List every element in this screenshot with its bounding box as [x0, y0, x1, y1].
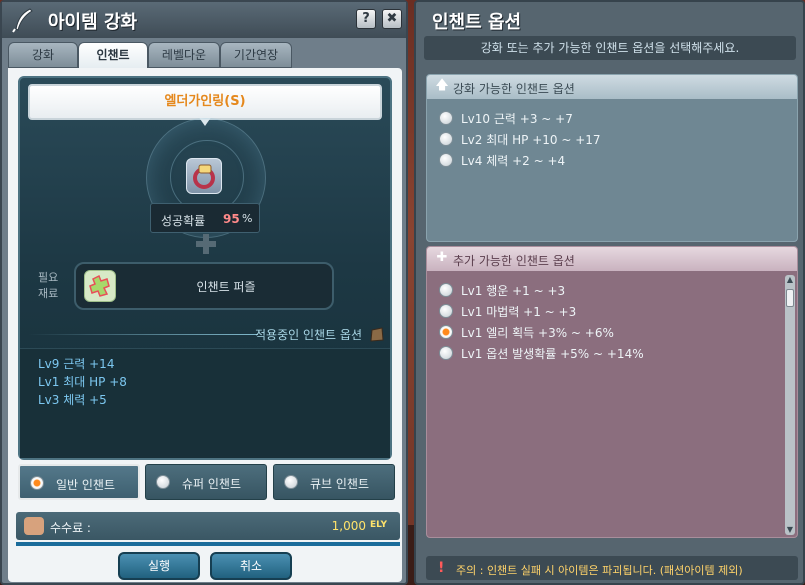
arrow-up-icon: 🡅	[435, 78, 449, 93]
applied-options-title: 적용중인 인챈트 옵션	[255, 328, 362, 342]
instruction-bar: 강화 또는 추가 가능한 인챈트 옵션을 선택해주세요.	[424, 36, 796, 60]
radio-button-selected[interactable]	[439, 325, 453, 339]
addable-options-section: ✚ 추가 가능한 인챈트 옵션 Lv1 행운 +1 ~ +3 Lv1 마법력 +…	[426, 246, 798, 538]
enchant-type-selector: 일반 인챈트 슈퍼 인챈트 큐브 인챈트	[18, 464, 398, 504]
required-material-name: 인챈트 퍼즐	[196, 280, 256, 294]
enchant-body: 엘더가인링(S) 성공확률 95 % 필요 재료 인챈트 퍼즐 적용중인 인챈트…	[8, 68, 402, 582]
target-item-name: 엘더가인링(S)	[164, 94, 246, 109]
radio-button[interactable]	[284, 475, 298, 489]
coin-icon	[24, 517, 44, 535]
option-label: Lv1 행운 +1 ~ +3	[461, 284, 566, 298]
enchant-type-label: 슈퍼 인챈트	[182, 477, 242, 491]
fee-unit: ELY	[370, 520, 387, 530]
tab-enchant[interactable]: 인챈트	[78, 42, 148, 69]
window-title: 아이템 강화	[48, 12, 138, 33]
execute-button[interactable]: 실행	[118, 552, 200, 580]
applied-option: Lv9 근력 +14	[38, 357, 115, 371]
plus-icon	[196, 234, 216, 254]
option-label: Lv1 옵션 발생확률 +5% ~ +14%	[461, 347, 644, 361]
scroll-up-icon[interactable]: ▲	[785, 275, 795, 285]
fee-label: 수수료 :	[50, 521, 91, 535]
scroll-down-icon[interactable]: ▼	[785, 525, 795, 535]
tab-period-extend[interactable]: 기간연장	[220, 42, 292, 68]
option-label: Lv1 엘리 획득 +3% ~ +6%	[461, 326, 614, 340]
super-enchant-option[interactable]: 슈퍼 인챈트	[145, 464, 267, 500]
cancel-button[interactable]: 취소	[210, 552, 292, 580]
normal-enchant-option[interactable]: 일반 인챈트	[18, 464, 140, 500]
enchant-type-label: 일반 인챈트	[56, 478, 116, 492]
radio-button[interactable]	[439, 153, 453, 167]
section-header-label: 추가 가능한 인챈트 옵션	[453, 254, 575, 268]
tab-enhance[interactable]: 강화	[8, 42, 78, 68]
radio-button[interactable]	[439, 283, 453, 297]
radio-button[interactable]	[439, 132, 453, 146]
option-label: Lv10 근력 +3 ~ +7	[461, 112, 573, 126]
fee-value: 1,000	[331, 519, 366, 533]
applied-options-list: Lv9 근력 +14 Lv1 최대 HP +8 Lv3 체력 +5	[20, 348, 390, 458]
tab-level-down[interactable]: 레벨다운	[148, 42, 220, 68]
upgradable-options-section: 🡅 강화 가능한 인챈트 옵션 Lv10 근력 +3 ~ +7 Lv2 최대 H…	[426, 74, 798, 242]
required-material-box: 인챈트 퍼즐	[74, 262, 334, 310]
option-label: Lv2 최대 HP +10 ~ +17	[461, 133, 601, 147]
target-item-name-box: 엘더가인링(S)	[28, 84, 382, 126]
required-material-label: 필요 재료	[38, 271, 59, 300]
cube-enchant-option[interactable]: 큐브 인챈트	[273, 464, 395, 500]
window-title-bar[interactable]: 아이템 강화 ? ✖	[2, 2, 406, 38]
option-label: Lv1 마법력 +1 ~ +3	[461, 305, 577, 319]
plus-icon: ✚	[436, 250, 448, 265]
quill-icon	[12, 8, 33, 33]
enchant-type-label: 큐브 인챈트	[310, 477, 370, 491]
radio-button[interactable]	[30, 476, 44, 490]
warning-icon: !	[438, 560, 445, 576]
success-rate-label: 성공확률	[161, 214, 206, 228]
puzzle-icon[interactable]	[84, 270, 116, 302]
item-enhance-window: 아이템 강화 ? ✖ 강화 인챈트 레벨다운 기간연장 엘더가인링(S) 성공확…	[0, 0, 408, 585]
window-title: 인챈트 옵션	[432, 12, 522, 33]
radio-button[interactable]	[439, 111, 453, 125]
success-rate-box: 성공확률 95 %	[150, 203, 260, 233]
enchant-panel: 엘더가인링(S) 성공확률 95 % 필요 재료 인챈트 퍼즐 적용중인 인챈트…	[18, 76, 392, 460]
warning-text: 주의 : 인챈트 실패 시 아이템은 파괴됩니다. (패션아이템 제외)	[456, 564, 743, 577]
bag-icon	[370, 327, 384, 342]
enchant-option-window: 인챈트 옵션 강화 또는 추가 가능한 인챈트 옵션을 선택해주세요. 🡅 강화…	[414, 0, 805, 585]
warning-bar: ! 주의 : 인챈트 실패 시 아이템은 파괴됩니다. (패션아이템 제외)	[426, 556, 798, 580]
close-button[interactable]: ✖	[382, 9, 402, 29]
success-rate-value: 95	[223, 212, 240, 226]
applied-option: Lv3 체력 +5	[38, 393, 107, 407]
options-scrollbar[interactable]: ▲ ▼	[785, 275, 795, 535]
section-header: ✚ 추가 가능한 인챈트 옵션	[427, 247, 797, 271]
fee-row: 수수료 : 1,000 ELY	[16, 512, 400, 540]
success-rate-unit: %	[242, 212, 253, 225]
help-button[interactable]: ?	[356, 9, 376, 29]
applied-option: Lv1 최대 HP +8	[38, 375, 127, 389]
radio-button[interactable]	[439, 346, 453, 360]
section-header-label: 강화 가능한 인챈트 옵션	[453, 82, 575, 96]
fee-divider	[16, 542, 400, 546]
applied-options-divider	[28, 334, 258, 335]
radio-button[interactable]	[439, 304, 453, 318]
scrollbar-thumb[interactable]	[786, 289, 794, 307]
option-label: Lv4 체력 +2 ~ +4	[461, 154, 566, 168]
ring-item-icon[interactable]	[186, 158, 222, 194]
radio-button[interactable]	[156, 475, 170, 489]
section-header: 🡅 강화 가능한 인챈트 옵션	[427, 75, 797, 99]
